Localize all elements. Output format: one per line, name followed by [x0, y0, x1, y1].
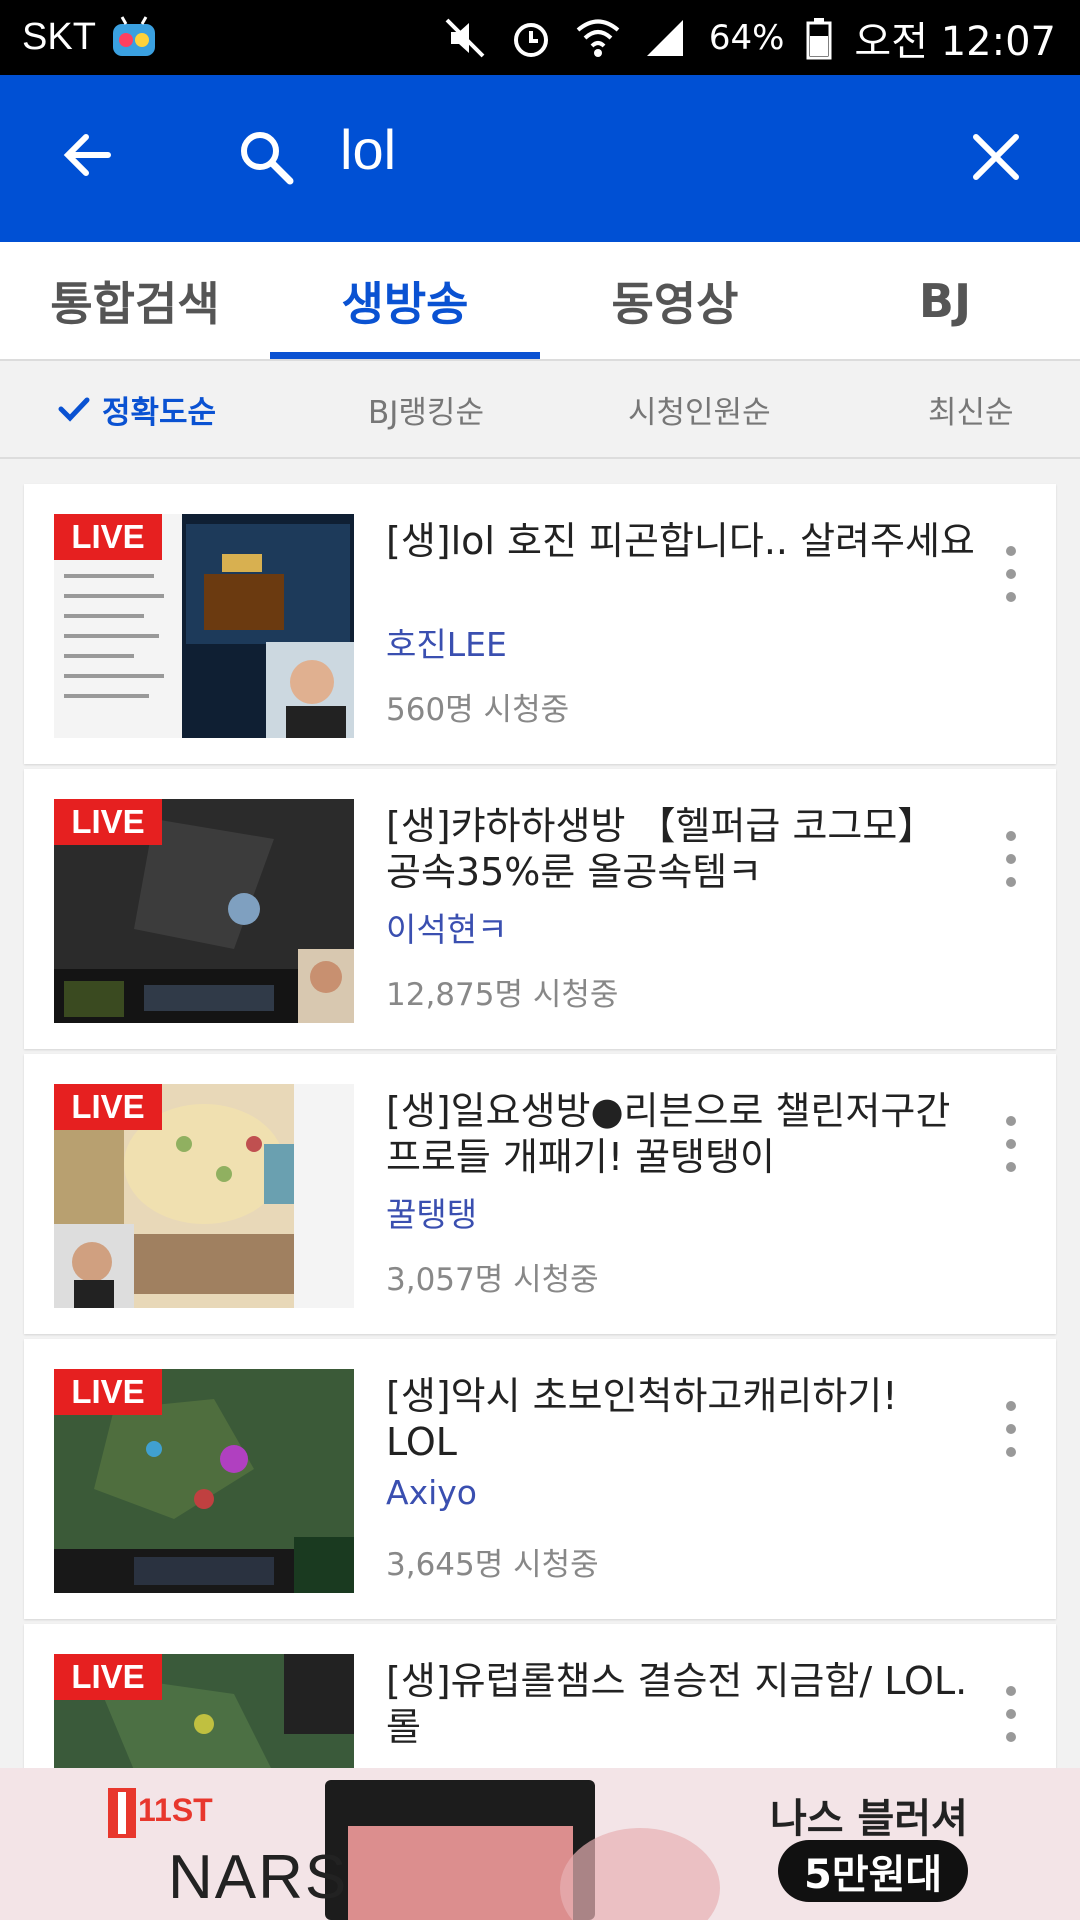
- sort-accuracy[interactable]: 정확도순: [56, 361, 216, 457]
- stream-thumbnail[interactable]: LIVE: [54, 514, 354, 738]
- more-options-button[interactable]: [1004, 831, 1018, 887]
- stream-title[interactable]: [생]유럽롤챔스 결승전 지금함/ LOL.롤: [386, 1658, 976, 1750]
- list-item[interactable]: LIVE [생]lol 호진 피곤합니다.. 살려주세요 호진LEE 560명 …: [24, 484, 1056, 764]
- search-app-bar: lol: [0, 75, 1080, 242]
- more-options-button[interactable]: [1004, 546, 1018, 602]
- ad-banner[interactable]: 11ST NARS 나스 블러셔 5만원대: [0, 1768, 1080, 1920]
- ad-price: 5만원대: [778, 1840, 969, 1902]
- tab-videos[interactable]: 동영상: [540, 242, 810, 359]
- sort-bar: 정확도순 BJ랭킹순 시청인원순 최신순: [0, 361, 1080, 459]
- more-vert-icon: [1006, 831, 1016, 841]
- arrow-left-icon: [63, 134, 111, 176]
- signal-icon: [643, 16, 687, 60]
- stream-title[interactable]: [생]일요생방●리븐으로 챌린저구간 프로들 개패기! 꿀탱탱이: [386, 1088, 976, 1180]
- mute-icon: [443, 16, 487, 60]
- nars-logo: NARS: [168, 1843, 349, 1912]
- tab-bj[interactable]: BJ: [810, 242, 1080, 359]
- list-item[interactable]: LIVE [생]일요생방●리븐으로 챌린저구간 프로들 개패기! 꿀탱탱이 꿀탱…: [24, 1054, 1056, 1334]
- clear-search-button[interactable]: [968, 129, 1024, 185]
- stream-title[interactable]: [생]캬하하생방 【헬퍼급 코그모】 공속35%룬 올공속템ㅋ: [386, 803, 976, 895]
- tab-all-search[interactable]: 통합검색: [0, 242, 270, 359]
- 11st-logo: 11ST: [138, 1792, 213, 1828]
- check-icon: [58, 397, 90, 422]
- stream-thumbnail[interactable]: LIVE: [54, 1084, 354, 1308]
- tab-live[interactable]: 생방송: [270, 242, 540, 359]
- search-icon: [236, 127, 296, 187]
- stream-thumbnail[interactable]: LIVE: [54, 1369, 354, 1593]
- viewer-count: 3,057명 시청중: [386, 1262, 599, 1298]
- search-input[interactable]: lol: [340, 117, 396, 182]
- sort-accuracy-label: 정확도순: [102, 394, 217, 431]
- bj-name[interactable]: 호진LEE: [386, 618, 507, 666]
- more-options-button[interactable]: [1004, 1686, 1018, 1742]
- more-options-button[interactable]: [1004, 1116, 1018, 1172]
- viewer-count: 560명 시청중: [386, 692, 570, 728]
- list-item[interactable]: LIVE [생]캬하하생방 【헬퍼급 코그모】 공속35%룬 올공속템ㅋ 이석현…: [24, 769, 1056, 1049]
- more-vert-icon: [1006, 1686, 1016, 1696]
- stream-title[interactable]: [생]악시 초보인척하고캐리하기! LOL: [386, 1373, 976, 1465]
- afreeca-tv-icon: [110, 15, 158, 60]
- bj-name[interactable]: Axiyo: [386, 1473, 477, 1512]
- more-vert-icon: [1006, 546, 1016, 556]
- viewer-count: 12,875명 시청중: [386, 977, 619, 1013]
- tab-bar: 통합검색 생방송 동영상 BJ: [0, 242, 1080, 360]
- list-item[interactable]: LIVE [생]악시 초보인척하고캐리하기! LOL Axiyo 3,645명 …: [24, 1339, 1056, 1619]
- viewer-count: 3,645명 시청중: [386, 1547, 599, 1583]
- back-button[interactable]: [58, 125, 118, 185]
- close-icon: [973, 134, 1019, 180]
- alarm-icon: [509, 16, 553, 60]
- status-bar: SKT 64% 오전 12:07: [0, 0, 1080, 75]
- carrier-label: SKT: [22, 16, 96, 58]
- battery-icon: [806, 16, 832, 60]
- battery-percent: 64%: [708, 17, 785, 58]
- wifi-icon: [575, 16, 621, 60]
- sort-viewers[interactable]: 시청인원순: [628, 361, 771, 457]
- stream-thumbnail[interactable]: LIVE: [54, 799, 354, 1023]
- more-vert-icon: [1006, 1116, 1016, 1126]
- bj-name[interactable]: 이석현ㅋ: [386, 903, 507, 951]
- sort-bj-ranking[interactable]: BJ랭킹순: [368, 361, 484, 457]
- live-badge: LIVE: [54, 1084, 162, 1130]
- more-vert-icon: [1006, 1401, 1016, 1411]
- more-options-button[interactable]: [1004, 1401, 1018, 1457]
- live-badge: LIVE: [54, 799, 162, 845]
- stream-title[interactable]: [생]lol 호진 피곤합니다.. 살려주세요: [386, 518, 976, 564]
- ad-product: 나스 블러셔: [770, 1796, 968, 1842]
- bj-name[interactable]: 꿀탱탱: [386, 1188, 477, 1236]
- sort-latest[interactable]: 최신순: [928, 361, 1014, 457]
- live-badge: LIVE: [54, 1369, 162, 1415]
- clock: 오전 12:07: [854, 18, 1056, 65]
- live-badge: LIVE: [54, 1654, 162, 1700]
- live-badge: LIVE: [54, 514, 162, 560]
